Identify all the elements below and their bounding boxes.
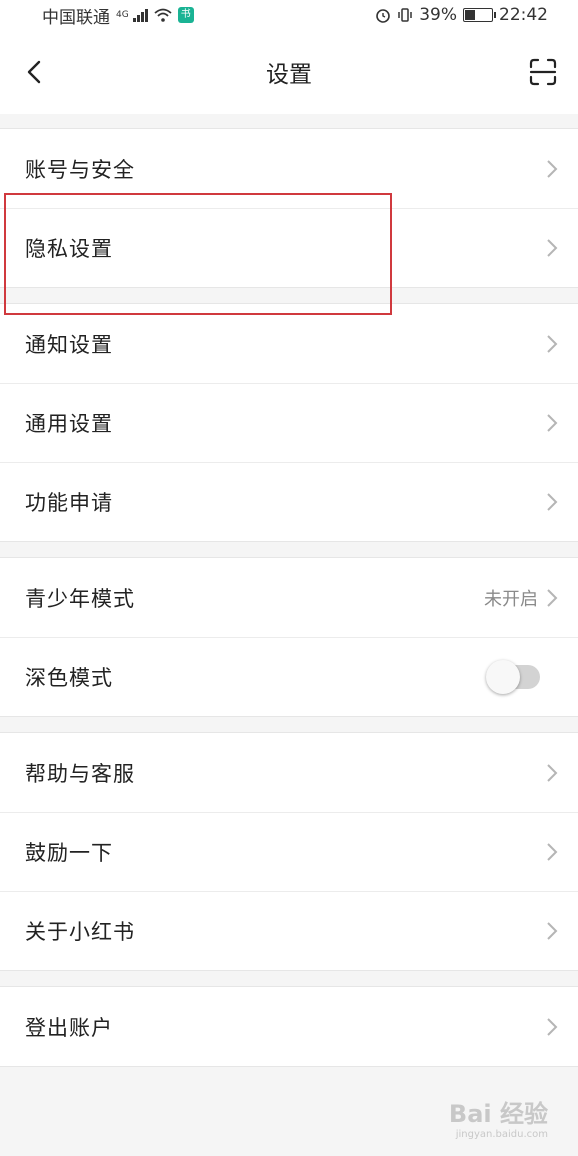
navigation-bar: 设置 bbox=[0, 30, 578, 114]
row-label: 账号与安全 bbox=[25, 157, 135, 182]
watermark-logo: Bai 经验 bbox=[448, 1100, 548, 1128]
settings-group-account: 账号与安全 隐私设置 bbox=[0, 128, 578, 288]
page-title: 设置 bbox=[266, 62, 312, 88]
row-help-support[interactable]: 帮助与客服 bbox=[0, 733, 578, 812]
chevron-right-icon bbox=[547, 842, 558, 861]
row-feature-request[interactable]: 功能申请 bbox=[0, 462, 578, 541]
row-label: 登出账户 bbox=[25, 1015, 113, 1040]
row-label: 帮助与客服 bbox=[25, 761, 135, 786]
row-label: 鼓励一下 bbox=[25, 840, 113, 865]
battery-icon bbox=[463, 8, 496, 22]
settings-group-general: 通知设置 通用设置 功能申请 bbox=[0, 303, 578, 542]
settings-group-support: 帮助与客服 鼓励一下 关于小红书 bbox=[0, 732, 578, 971]
teen-mode-status: 未开启 bbox=[484, 588, 538, 610]
settings-group-modes: 青少年模式 未开启 深色模式 bbox=[0, 557, 578, 717]
row-general-settings[interactable]: 通用设置 bbox=[0, 383, 578, 462]
vibrate-icon bbox=[398, 8, 412, 22]
row-account-security[interactable]: 账号与安全 bbox=[0, 129, 578, 208]
row-privacy-settings[interactable]: 隐私设置 bbox=[0, 208, 578, 287]
row-logout[interactable]: 登出账户 bbox=[0, 987, 578, 1066]
chevron-right-icon bbox=[547, 763, 558, 782]
row-label: 通知设置 bbox=[25, 332, 113, 357]
chevron-right-icon bbox=[547, 492, 558, 511]
back-arrow-icon[interactable] bbox=[20, 56, 50, 88]
wifi-icon bbox=[154, 8, 172, 22]
chevron-right-icon bbox=[547, 1017, 558, 1036]
row-right: 未开启 bbox=[484, 585, 558, 611]
alarm-icon bbox=[376, 9, 391, 23]
row-label: 通用设置 bbox=[25, 411, 113, 436]
row-label: 功能申请 bbox=[25, 490, 113, 515]
row-teen-mode[interactable]: 青少年模式 未开启 bbox=[0, 558, 578, 637]
row-label: 深色模式 bbox=[25, 665, 113, 690]
row-encourage[interactable]: 鼓励一下 bbox=[0, 812, 578, 891]
scan-icon[interactable] bbox=[528, 57, 558, 87]
row-notification-settings[interactable]: 通知设置 bbox=[0, 304, 578, 383]
chevron-right-icon bbox=[547, 413, 558, 432]
watermark-url: jingyan.baidu.com bbox=[455, 1129, 548, 1140]
status-bar: 中国联通 4G 书 39% 22:42 bbox=[0, 0, 578, 30]
chevron-right-icon bbox=[547, 238, 558, 257]
signal-icon bbox=[132, 8, 148, 22]
settings-group-logout: 登出账户 bbox=[0, 986, 578, 1067]
row-label: 关于小红书 bbox=[25, 919, 135, 944]
toggle-knob bbox=[486, 659, 520, 694]
chevron-right-icon bbox=[547, 334, 558, 353]
row-label: 青少年模式 bbox=[25, 586, 135, 611]
clock: 22:42 bbox=[499, 5, 548, 25]
app-notification-icon: 书 bbox=[177, 7, 194, 23]
chevron-right-icon bbox=[547, 588, 558, 607]
row-label: 隐私设置 bbox=[25, 236, 113, 261]
chevron-right-icon bbox=[547, 159, 558, 178]
chevron-right-icon bbox=[547, 921, 558, 940]
carrier-label: 中国联通 bbox=[42, 7, 110, 28]
row-about[interactable]: 关于小红书 bbox=[0, 891, 578, 970]
row-dark-mode: 深色模式 bbox=[0, 637, 578, 716]
dark-mode-toggle[interactable] bbox=[486, 659, 540, 694]
network-type-label: 4G bbox=[116, 10, 129, 20]
watermark: Bai 经验 jingyan.baidu.com bbox=[449, 1094, 548, 1140]
battery-percent: 39% bbox=[419, 5, 457, 25]
